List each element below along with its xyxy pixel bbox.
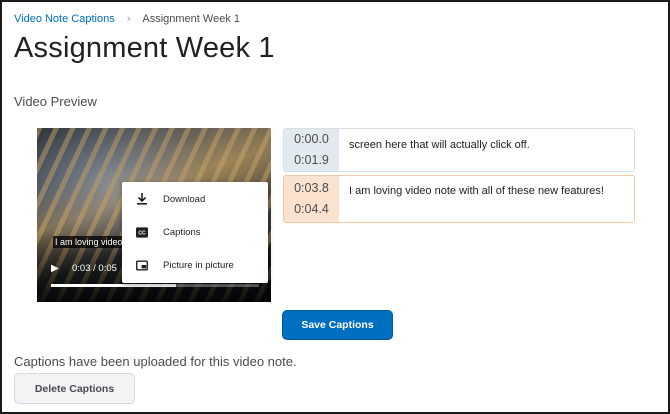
captions-icon: CC: [136, 226, 148, 238]
breadcrumb-separator-icon: ›: [126, 13, 131, 25]
video-progress-fill: [51, 284, 176, 287]
caption-end-time: 0:04.4: [294, 202, 329, 216]
video-context-menu: Download CC Captions Picture in picture: [122, 182, 268, 283]
video-caption-overlay: I am loving video: [53, 236, 125, 248]
page-title: Assignment Week 1: [14, 32, 275, 64]
caption-timestamps[interactable]: 0:00.0 0:01.9: [284, 129, 339, 171]
status-message: Captions have been uploaded for this vid…: [14, 354, 297, 369]
caption-text[interactable]: I am loving video note with all of these…: [339, 176, 634, 222]
breadcrumb-current: Assignment Week 1: [142, 13, 240, 25]
delete-captions-button[interactable]: Delete Captions: [14, 373, 135, 404]
caption-row[interactable]: 0:03.8 0:04.4 I am loving video note wit…: [283, 175, 635, 223]
caption-text[interactable]: screen here that will actually click off…: [339, 129, 634, 171]
menu-item-label: Picture in picture: [163, 259, 234, 271]
caption-end-time: 0:01.9: [294, 153, 329, 167]
page-frame: Video Note Captions › Assignment Week 1 …: [0, 0, 670, 414]
caption-start-time: 0:03.8: [294, 181, 329, 195]
picture-in-picture-icon: [136, 259, 148, 271]
menu-item-picture-in-picture[interactable]: Picture in picture: [122, 250, 268, 280]
breadcrumb: Video Note Captions › Assignment Week 1: [14, 13, 240, 25]
save-captions-button[interactable]: Save Captions: [282, 310, 393, 340]
menu-item-label: Download: [163, 193, 206, 205]
caption-row[interactable]: 0:00.0 0:01.9 screen here that will actu…: [283, 128, 635, 172]
play-icon[interactable]: ▶: [51, 263, 59, 274]
caption-timestamps[interactable]: 0:03.8 0:04.4: [284, 176, 339, 222]
menu-item-captions[interactable]: CC Captions: [122, 217, 268, 247]
breadcrumb-link-video-note-captions[interactable]: Video Note Captions: [14, 13, 115, 25]
menu-item-label: Captions: [163, 226, 201, 238]
download-icon: [136, 193, 148, 205]
video-progress-bar[interactable]: [51, 284, 259, 287]
menu-item-download[interactable]: Download: [122, 184, 268, 214]
video-preview-label: Video Preview: [14, 94, 97, 109]
video-time-display: 0:03 / 0:05: [72, 263, 117, 274]
svg-text:CC: CC: [138, 230, 146, 236]
caption-start-time: 0:00.0: [294, 132, 329, 146]
